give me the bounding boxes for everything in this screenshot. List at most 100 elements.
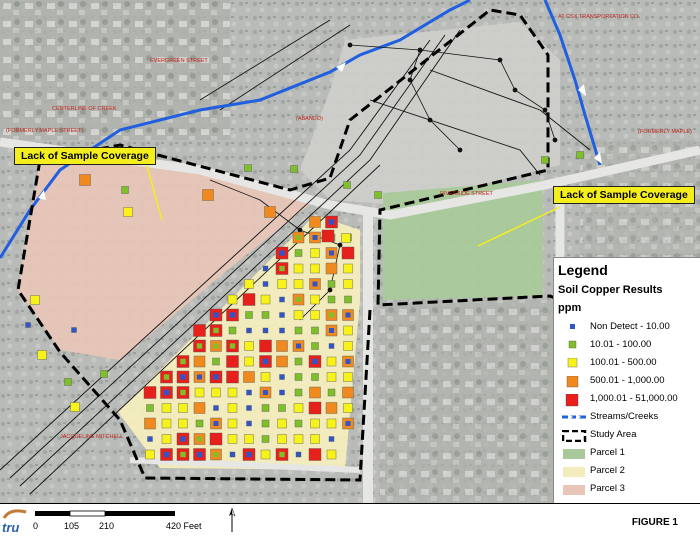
sample-point [211, 387, 221, 398]
sample-point-duplicate [197, 436, 202, 442]
sample-point [276, 355, 288, 368]
legend-item-10-100: 10.01 - 100.00 [554, 338, 700, 352]
sample-point [310, 310, 320, 320]
sample-point-duplicate [263, 390, 268, 395]
sample-point [244, 164, 252, 172]
tru-logo: tru [2, 520, 20, 535]
legend-item-study-area: Study Area [554, 428, 700, 442]
sample-point [327, 295, 336, 304]
sample-point [310, 248, 320, 258]
sample-point [327, 280, 336, 288]
sample-point-duplicate [345, 312, 351, 318]
sample-point-duplicate [180, 436, 186, 442]
sample-point [25, 322, 31, 328]
sample-point [294, 419, 303, 428]
sample-point-duplicate [345, 359, 351, 364]
sample-point [242, 293, 256, 306]
sample-point [193, 324, 206, 337]
sample-point-duplicate [180, 389, 186, 396]
sample-point-duplicate [213, 374, 219, 380]
sample-point [227, 403, 238, 413]
sample-point [341, 246, 355, 260]
street-label: JACQUELINE MITCHELL [60, 434, 123, 440]
sample-point-duplicate [213, 421, 219, 426]
sample-point [278, 404, 286, 412]
sample-point-duplicate [180, 358, 186, 365]
map-footer: tru 0 105 210 420 Feet FIGURE 1 [0, 503, 700, 539]
sample-point-duplicate [329, 328, 334, 333]
sample-point [264, 206, 276, 218]
sample-point [37, 350, 47, 360]
north-arrow-icon [229, 507, 236, 532]
sample-point [374, 191, 382, 199]
sample-point [341, 233, 351, 243]
sample-point [279, 312, 285, 318]
sample-point [213, 405, 219, 411]
sample-point [277, 418, 287, 429]
sample-point [343, 325, 353, 336]
sample-point [343, 181, 351, 189]
legend-unit: ppm [558, 302, 582, 314]
street-label: AT CSX TRANSPORTATION CO. [558, 14, 640, 20]
sample-point [294, 388, 303, 397]
sample-point [261, 404, 270, 412]
legend-swatch [562, 414, 586, 420]
residential-area-south [380, 300, 560, 503]
sample-point [261, 435, 270, 443]
sample-point [293, 403, 304, 413]
sample-point-duplicate [345, 421, 351, 426]
sample-point [71, 327, 77, 333]
sample-point [294, 249, 303, 257]
sample-point [161, 434, 172, 444]
sample-point [209, 432, 223, 446]
sample-point [161, 403, 172, 413]
scale-label: 420 Feet [166, 521, 202, 531]
street-label: CENTERLINE OF CREEK [52, 106, 117, 112]
sample-point [70, 402, 80, 412]
legend-swatch [567, 358, 578, 368]
sample-point-duplicate [296, 343, 301, 349]
sample-point [228, 326, 237, 335]
sample-point [321, 229, 335, 243]
legend-swatch [565, 394, 579, 407]
legend-label: Non Detect - 10.00 [590, 321, 670, 332]
sample-point [310, 263, 320, 274]
sample-point-duplicate [246, 451, 252, 458]
sample-point-duplicate [197, 374, 202, 380]
sample-point-duplicate [163, 374, 170, 380]
sample-point [64, 378, 72, 386]
legend-swatch [568, 340, 577, 349]
street-label: EVERGREEN STREET [150, 58, 208, 64]
legend-label: Parcel 2 [590, 465, 625, 476]
sample-point [262, 265, 269, 272]
sample-point [279, 374, 285, 380]
sample-point [328, 343, 335, 349]
sample-point [244, 279, 254, 289]
sample-point [227, 434, 238, 444]
sample-point-duplicate [163, 451, 170, 458]
sample-point-duplicate [296, 297, 301, 302]
sample-point-duplicate [328, 219, 335, 225]
sample-point-duplicate [213, 327, 219, 334]
sample-point [311, 326, 319, 335]
street-label: (FORMERLY MAPLE) [638, 129, 692, 135]
sample-point [294, 357, 303, 366]
legend-item-100-500: 100.01 - 500.00 [554, 356, 700, 370]
sample-point [260, 449, 271, 460]
sample-point [294, 373, 303, 381]
sample-point [293, 310, 304, 320]
sample-point [146, 404, 154, 412]
sample-point [326, 449, 337, 460]
sample-point [279, 296, 285, 303]
sample-point-duplicate [329, 250, 334, 256]
sample-point [145, 449, 155, 460]
sample-point-duplicate [279, 265, 285, 272]
sample-point-duplicate [312, 358, 318, 365]
sample-point [311, 342, 319, 350]
sample-point [576, 151, 584, 159]
legend-item-non-detect: Non Detect - 10.00 [554, 320, 700, 334]
sample-point [121, 186, 129, 194]
sample-point [294, 326, 303, 335]
sample-point [541, 156, 549, 164]
sample-point [260, 372, 271, 382]
